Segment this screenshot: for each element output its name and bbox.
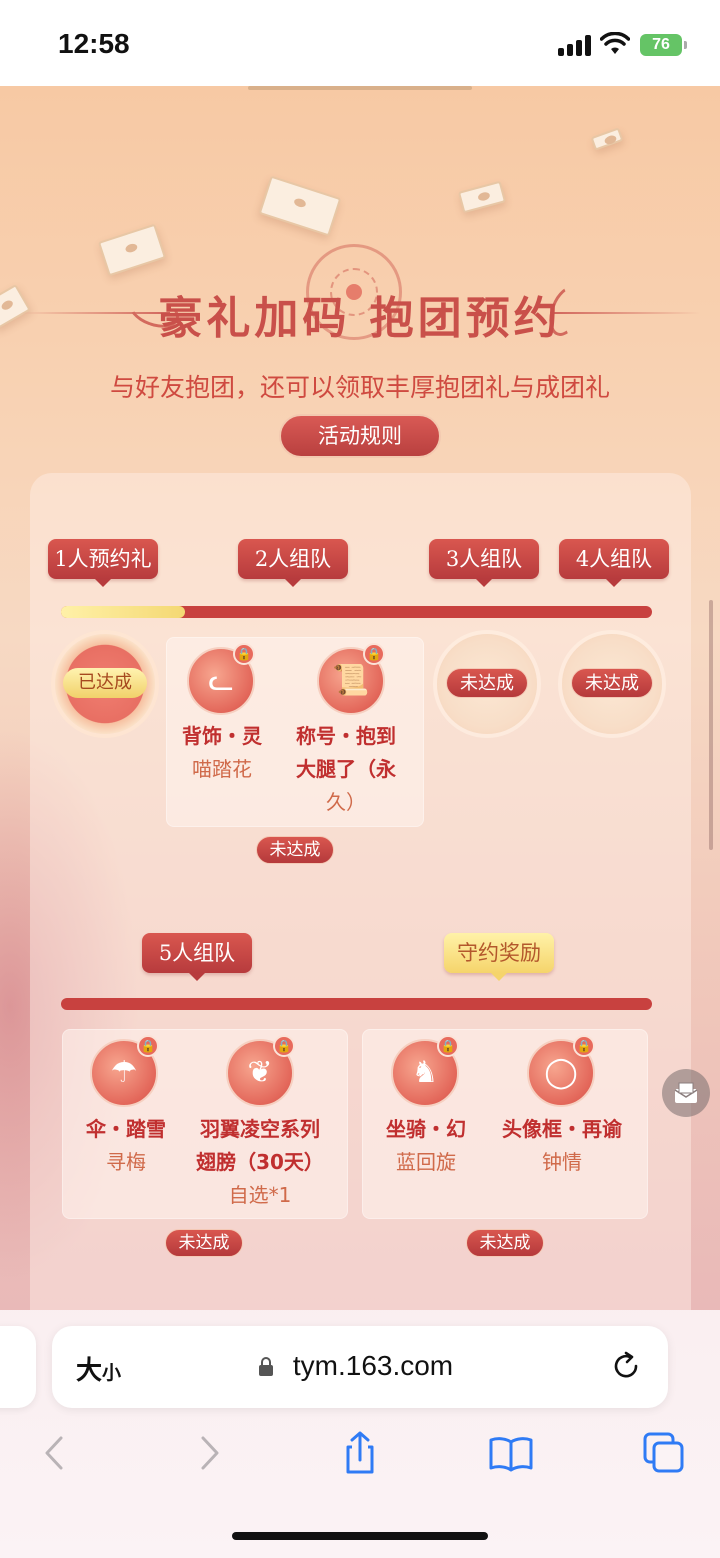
activity-rules-button[interactable]: 活动规则	[279, 414, 441, 458]
progress-track-row2	[61, 998, 652, 1010]
floating-card-decoration	[97, 223, 167, 277]
lock-icon: 🔒	[273, 1035, 295, 1057]
lock-icon: 🔒	[437, 1035, 459, 1057]
browser-toolbar: 大小 tym.163.com	[0, 1310, 720, 1558]
bookmarks-icon[interactable]	[488, 1430, 534, 1476]
tier-tag-3-person: 3人组队	[429, 539, 539, 587]
address-bar[interactable]: 大小 tym.163.com	[52, 1326, 668, 1408]
reward-item-name: 称号・抱到 大腿了（永 久）	[288, 720, 404, 819]
reward-item-name-line1: 坐骑・幻	[386, 1117, 466, 1141]
reward-item-name: 背饰・灵 喵踏花	[166, 720, 278, 786]
reward-item-name: 坐骑・幻 蓝回旋	[366, 1113, 486, 1179]
reward-item-name-line2: 翅膀（30天）	[196, 1150, 324, 1174]
status-badge-not-achieved: 未达成	[446, 668, 528, 698]
floating-card-decoration	[590, 127, 624, 151]
previous-tab-preview[interactable]	[0, 1326, 36, 1408]
reward-item-name-line1: 背饰・灵	[182, 724, 262, 748]
share-icon[interactable]	[337, 1430, 383, 1476]
status-bar: 12:58 76	[0, 0, 720, 86]
tier-tag-4-person: 4人组队	[559, 539, 669, 587]
reward-item-name-line1: 羽翼凌空系列	[200, 1117, 320, 1141]
reward-item-name: 头像框・再谕 钟情	[490, 1113, 634, 1179]
reward-item-name-line2: 蓝回旋	[396, 1150, 456, 1174]
reward-item-name: 羽翼凌空系列 翅膀（30天） 自选*1	[186, 1113, 334, 1212]
lock-icon: 🔒	[233, 643, 255, 665]
reload-icon[interactable]	[610, 1350, 642, 1382]
reward-item-name: 伞・踏雪 寻梅	[66, 1113, 186, 1179]
reward-item-name-line3: 自选*1	[228, 1183, 292, 1207]
floating-card-decoration	[258, 175, 342, 237]
url-text: tym.163.com	[52, 1350, 668, 1382]
status-badge-not-achieved: 未达成	[256, 836, 334, 864]
reward-item-name-line2: 钟情	[542, 1150, 582, 1174]
home-indicator	[232, 1532, 488, 1540]
reward-item-name-line2: 寻梅	[106, 1150, 146, 1174]
tier-tag-5-person: 5人组队	[142, 933, 252, 981]
battery-tip	[684, 41, 687, 49]
message-button[interactable]	[662, 1069, 710, 1117]
forward-icon[interactable]	[186, 1430, 232, 1476]
lock-icon: 🔒	[137, 1035, 159, 1057]
tier-tag-1-person: 1人预约礼	[48, 539, 158, 587]
reward-item-name-line1: 称号・抱到	[296, 724, 396, 748]
tabs-icon[interactable]	[641, 1430, 687, 1476]
url-value: tym.163.com	[292, 1350, 454, 1381]
progress-fill-row1	[61, 606, 186, 618]
tier-tag-promise-reward: 守约奖励	[444, 933, 554, 981]
lock-icon: 🔒	[363, 643, 385, 665]
page-subtitle: 与好友抱团，还可以领取丰厚抱团礼与成团礼	[109, 373, 610, 402]
floating-card-decoration	[457, 180, 507, 214]
back-icon[interactable]	[32, 1430, 78, 1476]
mail-icon	[674, 1082, 698, 1103]
wifi-icon	[600, 32, 630, 54]
status-badge-not-achieved: 未达成	[466, 1229, 544, 1257]
status-time: 12:58	[58, 28, 130, 59]
lock-icon: 🔒	[573, 1035, 595, 1057]
web-page[interactable]: 豪礼加码 抱团预约 与好友抱团，还可以领取丰厚抱团礼与成团礼 活动规则 1人预约…	[0, 86, 720, 1310]
status-badge-not-achieved: 未达成	[165, 1229, 243, 1257]
reward-item-name-line3: 久）	[326, 790, 366, 814]
reward-item-name-line1: 伞・踏雪	[86, 1117, 166, 1141]
battery-level: 76	[652, 36, 670, 53]
reward-item-name-line2: 大腿了（永	[296, 757, 396, 781]
reward-item-name-line2: 喵踏花	[192, 757, 252, 781]
reward-item-name-line1: 头像框・再谕	[502, 1117, 622, 1141]
page-scrollbar[interactable]	[709, 600, 713, 850]
status-badge-not-achieved: 未达成	[571, 668, 653, 698]
top-divider	[248, 86, 472, 90]
signal-icon	[558, 34, 591, 56]
battery-icon: 76	[640, 34, 682, 56]
tier-tag-2-person: 2人组队	[238, 539, 348, 587]
status-badge-achieved: 已达成	[63, 668, 147, 698]
page-title: 豪礼加码 抱团预约	[158, 293, 562, 344]
